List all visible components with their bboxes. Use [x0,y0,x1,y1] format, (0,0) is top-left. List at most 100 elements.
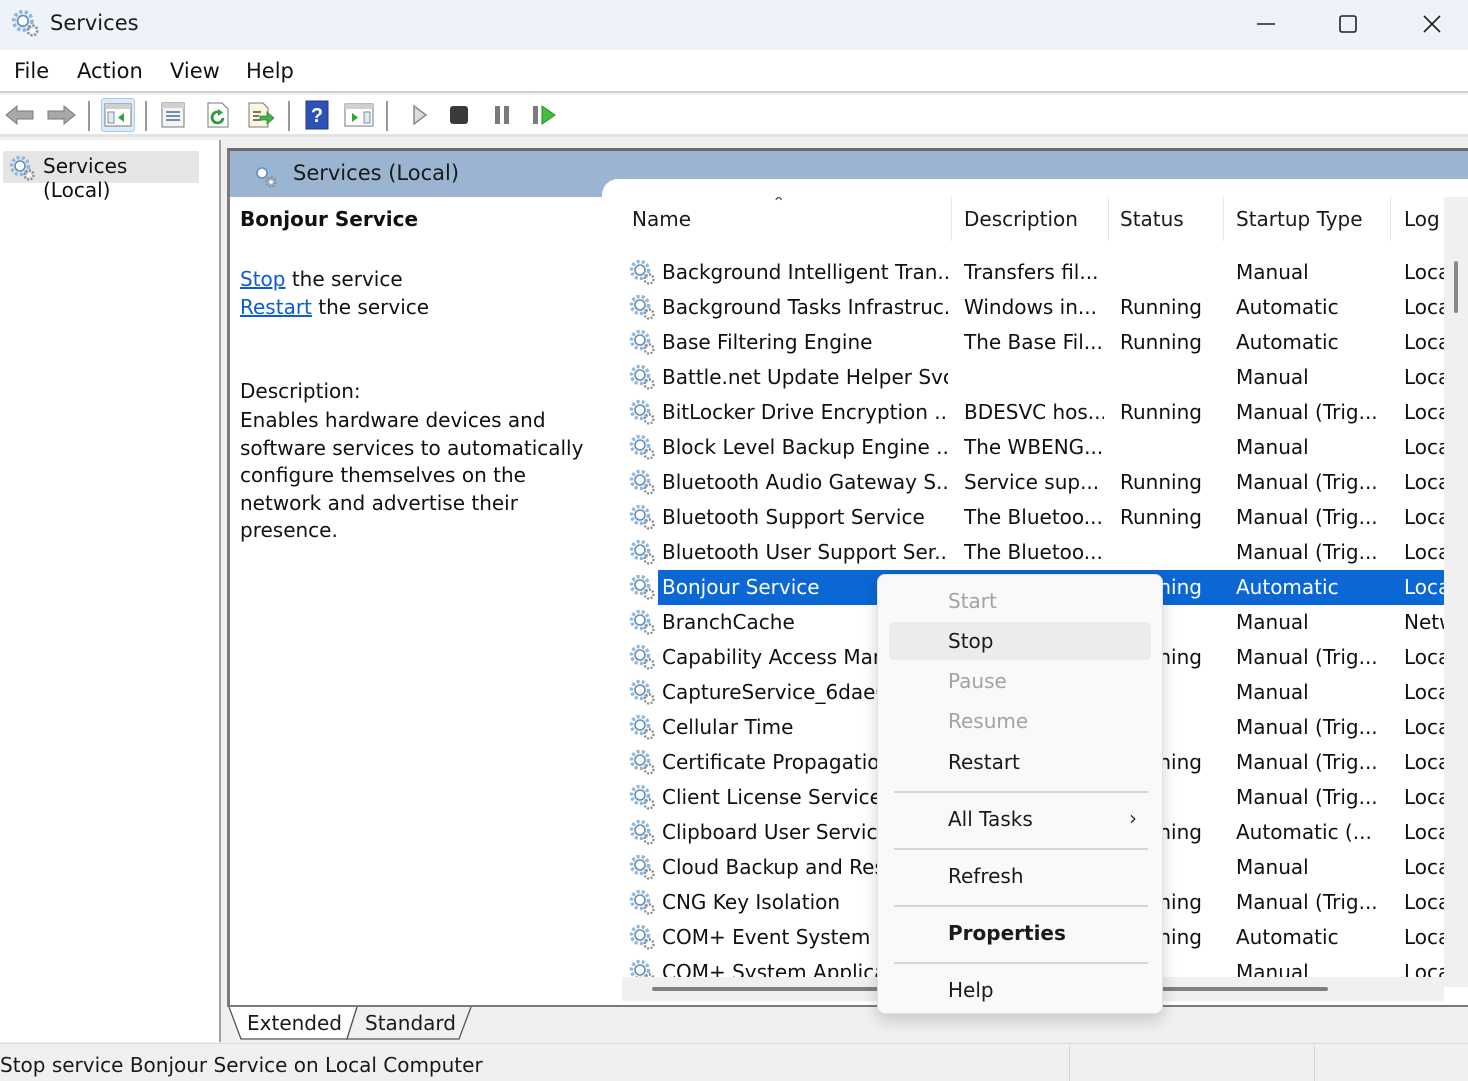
action-pane-button[interactable] [342,98,376,132]
column-header-startup-type[interactable]: Startup Type [1236,207,1363,247]
context-menu-item-start: Start [889,582,1151,620]
arrow-left-icon [5,104,34,126]
cell-description: Transfers fil... [964,260,1099,284]
services-pane: Services (Local) Bonjour Service Stop th… [227,148,1468,1008]
forward-button[interactable] [44,98,78,132]
status-text: Stop service Bonjour Service on Local Co… [0,1053,483,1077]
properties-sheet-icon [161,102,185,128]
services-gear-icon [8,154,36,182]
service-gear-icon [628,748,656,776]
stop-service-button[interactable] [442,98,476,132]
cell-status: Running [1120,330,1202,354]
menu-view[interactable]: View [170,59,220,83]
cell-startup: Automatic (... [1236,820,1372,844]
service-row[interactable]: Background Intelligent Tran... Transfers … [622,255,1444,290]
service-row[interactable]: Bluetooth Audio Gateway S... Service sup.… [622,465,1444,500]
cell-logon: Loca [1404,925,1444,949]
tab-extended[interactable]: Extended [247,1011,342,1035]
column-divider[interactable] [1390,197,1391,241]
cell-logon: Loca [1404,365,1444,389]
back-button[interactable] [3,98,37,132]
service-gear-icon [628,678,656,706]
cell-logon: Loca [1404,575,1444,599]
context-menu-item-stop[interactable]: Stop [889,622,1151,660]
context-menu-item-refresh[interactable]: Refresh [889,857,1151,895]
cell-description: The Bluetoo... [964,505,1103,529]
context-menu-item-help[interactable]: Help [889,971,1151,1009]
service-gear-icon [628,923,656,951]
context-menu-label: Resume [948,709,1029,733]
cell-logon: Loca [1404,470,1444,494]
cell-startup: Manual [1236,435,1309,459]
help-button[interactable]: ? [300,98,334,132]
resume-service-button[interactable] [527,98,561,132]
context-menu-label: Restart [948,750,1020,774]
cell-startup: Automatic [1236,925,1339,949]
column-header-log[interactable]: Log [1404,207,1440,247]
context-menu-item-pause: Pause [889,662,1151,700]
cell-logon: Loca [1404,540,1444,564]
tree-item-label: Services (Local) [43,154,128,202]
start-service-button[interactable] [402,98,436,132]
action-pane-icon [344,103,374,127]
minimize-button[interactable] [1224,0,1308,48]
service-row[interactable]: Battle.net Update Helper Svc Manual Loca [622,360,1444,395]
service-row[interactable]: Base Filtering Engine The Base Fil... Runn… [622,325,1444,360]
cell-startup: Automatic [1236,295,1339,319]
restart-action: Restart the service [240,295,430,319]
context-menu-item-all-tasks[interactable]: All Tasks › [889,800,1151,838]
console-tree-button[interactable] [101,98,135,132]
cell-startup: Manual (Trig... [1236,470,1378,494]
column-divider[interactable] [1108,197,1109,241]
column-divider[interactable] [951,197,952,241]
cell-startup: Manual (Trig... [1236,715,1378,739]
close-button[interactable] [1390,0,1468,48]
pause-icon [495,106,509,124]
tree-item-services-local[interactable]: Services (Local) [3,151,199,202]
context-menu-label: Pause [948,669,1007,693]
vertical-scroll-thumb[interactable] [1454,261,1458,313]
properties-button[interactable] [156,98,190,132]
cell-startup: Manual [1236,610,1309,634]
stop-service-link[interactable]: Stop [240,267,285,291]
context-menu-item-properties[interactable]: Properties [889,914,1151,952]
column-header-status[interactable]: Status [1120,207,1184,247]
column-header-description[interactable]: Description [964,207,1078,247]
cell-logon: Netw [1404,610,1444,634]
column-divider[interactable] [1223,197,1224,241]
pause-service-button[interactable] [485,98,519,132]
cell-name: BitLocker Drive Encryption ... [662,400,948,424]
service-row[interactable]: Block Level Backup Engine ... The WBENG..… [622,430,1444,465]
vertical-scrollbar[interactable] [1444,197,1468,987]
toolbar-separator [288,101,290,131]
service-gear-icon [628,888,656,916]
cell-logon: Loca [1404,260,1444,284]
context-menu-item-resume: Resume [889,702,1151,740]
column-header-name[interactable]: Name [632,207,691,247]
description-label: Description: [240,379,361,403]
export-list-button[interactable] [244,98,278,132]
view-tabs: Extended Standard [227,1005,1468,1043]
service-gear-icon [628,398,656,426]
menu-file[interactable]: File [14,59,49,83]
cell-description: The Base Fil... [964,330,1103,354]
service-row[interactable]: Bluetooth Support Service The Bluetoo... R… [622,500,1444,535]
service-row[interactable]: BitLocker Drive Encryption ... BDESVC hos… [622,395,1444,430]
menu-help[interactable]: Help [246,59,294,83]
tab-standard[interactable]: Standard [365,1011,456,1035]
menu-action[interactable]: Action [77,59,143,83]
service-row[interactable]: Background Tasks Infrastruc... Windows in… [622,290,1444,325]
sort-ascending-icon: ⌃ [772,197,786,212]
service-row[interactable]: Bluetooth User Support Ser... The Bluetoo… [622,535,1444,570]
cell-description: The Bluetoo... [964,540,1103,564]
service-gear-icon [628,538,656,566]
maximize-button[interactable] [1306,0,1390,48]
cell-startup: Automatic [1236,330,1339,354]
context-menu-item-restart[interactable]: Restart [889,743,1151,781]
restart-service-link[interactable]: Restart [240,295,312,319]
cell-logon: Loca [1404,715,1444,739]
minimize-icon [1257,23,1275,25]
cell-logon: Loca [1404,890,1444,914]
refresh-button[interactable] [201,98,235,132]
service-gear-icon [628,293,656,321]
